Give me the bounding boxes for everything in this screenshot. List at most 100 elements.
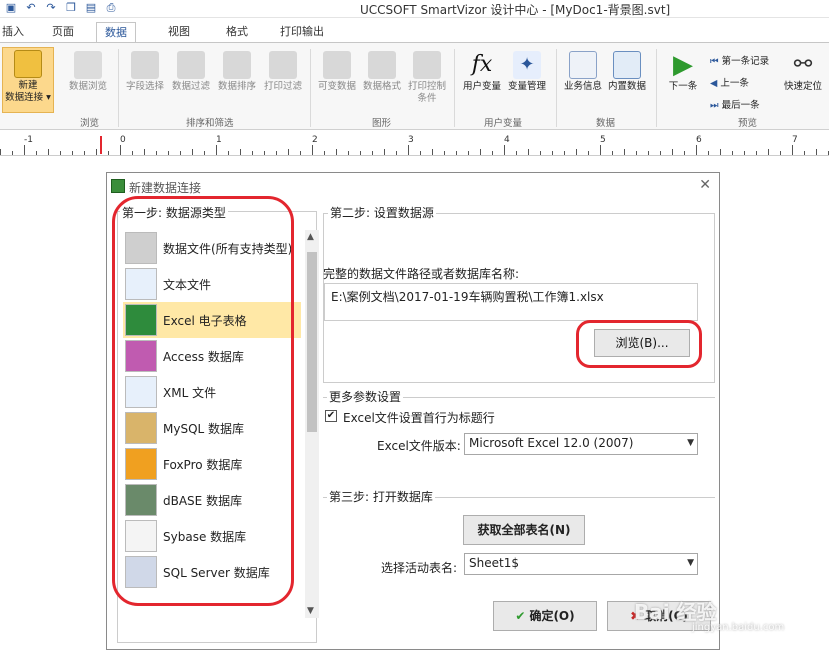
ruler-tick [636, 151, 637, 155]
ruler-tick [108, 151, 109, 155]
ruler-label: 2 [312, 135, 318, 145]
print-icon[interactable]: ⎙ [104, 1, 118, 15]
ruler-tick [480, 149, 481, 155]
annotation-circle-browse-button [576, 320, 702, 368]
copy-icon[interactable]: ❐ [64, 1, 78, 15]
quick-locate-button[interactable]: ⚯ 快速定位 [778, 51, 828, 93]
new-data-connection-button[interactable]: 新建 数据连接 ▾ [2, 47, 54, 113]
ruler-tick [24, 145, 25, 155]
ruler-tick [36, 151, 37, 155]
ribbon: 新建 数据连接 ▾ 数据浏览 浏览 字段选择 数据过滤 数据排序 打印过滤 排序和… [0, 42, 829, 130]
ruler-tick [312, 145, 313, 155]
ruler-tick [72, 151, 73, 155]
ok-button[interactable]: ✔ 确定(O) [493, 601, 597, 631]
ruler-tick [732, 151, 733, 155]
ribbon-separator [556, 49, 557, 127]
ruler-tick [516, 151, 517, 155]
magic-wand-icon: ✦ [513, 51, 541, 79]
header-row-checkbox[interactable]: ✔ [325, 410, 337, 422]
field-select-button[interactable]: 字段选择 [122, 51, 168, 93]
ruler-tick [204, 151, 205, 155]
ruler-tick [660, 151, 661, 155]
ruler-tick [276, 151, 277, 155]
ruler-tick [504, 145, 505, 155]
ruler-tick [168, 151, 169, 155]
business-info-icon [569, 51, 597, 79]
next-record-button[interactable]: ▶ 下一条 [660, 51, 706, 93]
first-record-icon: ⏮ [710, 56, 719, 67]
variable-data-button[interactable]: 可变数据 [314, 51, 360, 93]
tab-view[interactable]: 视图 [160, 22, 198, 42]
builtin-data-button[interactable]: 内置数据 [604, 51, 650, 93]
ruler-label: 1 [216, 135, 222, 145]
ruler-tick [0, 149, 1, 155]
ruler-tick [180, 151, 181, 155]
group-label-data: 数据 [596, 118, 616, 129]
active-sheet-label: 选择活动表名: [381, 561, 458, 575]
last-record-button[interactable]: ⏭ 最后一条 [710, 97, 760, 111]
tab-insert[interactable]: 插入 [0, 22, 32, 42]
ruler-tick [336, 149, 337, 155]
horizontal-ruler: -1 0 1 2 3 4 5 6 7 [0, 132, 829, 156]
tab-data[interactable]: 数据 [96, 22, 136, 42]
data-browse-button[interactable]: 数据浏览 [66, 51, 110, 93]
ruler-tick [780, 151, 781, 155]
save-icon[interactable]: ▣ [4, 1, 18, 15]
ruler-tick [756, 151, 757, 155]
undo-icon[interactable]: ↶ [24, 1, 38, 15]
ribbon-separator [310, 49, 311, 127]
ruler-tick [348, 151, 349, 155]
variable-data-icon [323, 51, 351, 79]
prev-record-button[interactable]: ◀ 上一条 [710, 75, 749, 89]
ruler-tick [84, 151, 85, 155]
ruler-tick [588, 151, 589, 155]
print-control-button[interactable]: 打印控制条件 [404, 51, 450, 105]
ruler-tick [456, 151, 457, 155]
tab-page[interactable]: 页面 [44, 22, 82, 42]
more-settings-title: 更多参数设置 [327, 388, 404, 405]
scroll-up-icon[interactable]: ▲ [307, 232, 314, 242]
percent-format-icon [368, 51, 396, 79]
ruler-tick [408, 145, 409, 155]
print-filter-button[interactable]: 打印过滤 [260, 51, 306, 93]
ruler-tick [288, 149, 289, 155]
close-icon[interactable]: ✕ [699, 177, 711, 193]
step2-title: 第二步: 设置数据源 [328, 204, 436, 221]
watermark-logo: Bai 经验 [634, 600, 717, 624]
ruler-tick [252, 151, 253, 155]
user-variable-button[interactable]: fx 用户变量 [458, 51, 506, 93]
dialog-app-icon [111, 179, 125, 193]
data-format-button[interactable]: 数据格式 [360, 51, 404, 93]
group-label-preview: 预览 [738, 118, 758, 129]
ruler-tick [228, 151, 229, 155]
variable-manage-button[interactable]: ✦ 变量管理 [504, 51, 550, 93]
list-scrollbar[interactable]: ▲ ▼ [305, 230, 319, 618]
ruler-tick [48, 149, 49, 155]
active-sheet-select[interactable]: Sheet1$ ▼ [464, 553, 698, 575]
ruler-tick [564, 151, 565, 155]
ruler-label: 0 [120, 135, 126, 145]
ruler-tick [372, 151, 373, 155]
excel-version-label: Excel文件版本: [377, 439, 461, 453]
first-record-button[interactable]: ⏮ 第一条记录 [710, 53, 769, 67]
ruler-tick [684, 151, 685, 155]
excel-version-select[interactable]: Microsoft Excel 12.0 (2007) ▼ [464, 433, 698, 455]
datasource-path-field[interactable]: E:\案例文档\2017-01-19车辆购置税\工作簿1.xlsx [324, 283, 698, 321]
data-sort-button[interactable]: 数据排序 [214, 51, 260, 93]
dialog-title: 新建数据连接 [129, 181, 202, 195]
title-bar: ▣ ↶ ↷ ❐ ▤ ⎙ UCCSOFT SmartVizor 设计中心 - [M… [0, 0, 829, 18]
annotation-circle-datasource-list [112, 196, 294, 606]
ruler-tick [12, 151, 13, 155]
tab-format[interactable]: 格式 [218, 22, 256, 42]
ruler-tick [624, 149, 625, 155]
preview-icon[interactable]: ▤ [84, 1, 98, 15]
data-filter-button[interactable]: 数据过滤 [168, 51, 214, 93]
ribbon-separator [454, 49, 455, 127]
ruler-tick [132, 151, 133, 155]
tab-print-output[interactable]: 打印输出 [272, 22, 332, 42]
get-all-tables-button[interactable]: 获取全部表名(N) [463, 515, 585, 545]
business-info-button[interactable]: 业务信息 [560, 51, 606, 93]
redo-icon[interactable]: ↷ [44, 1, 58, 15]
scroll-thumb[interactable] [307, 252, 317, 432]
scroll-down-icon[interactable]: ▼ [307, 606, 314, 616]
